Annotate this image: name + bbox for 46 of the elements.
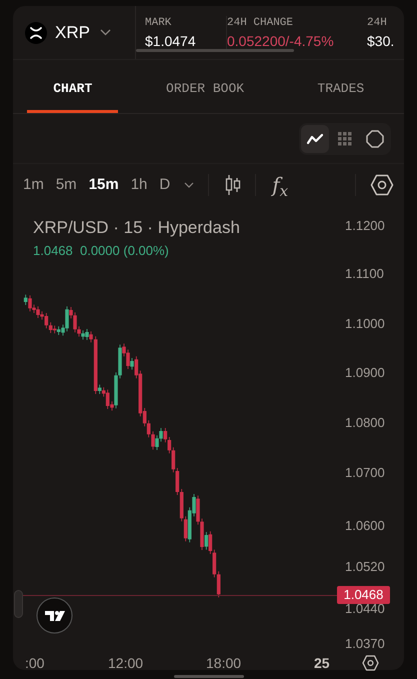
coin-logo-icon xyxy=(25,22,47,44)
stat-label: 24H CHANGE xyxy=(227,16,294,30)
price-axis-label: 1.0800 xyxy=(345,415,385,431)
price-axis-label: 1.1100 xyxy=(345,266,384,282)
interval-button[interactable]: 15m xyxy=(84,174,123,196)
symbol-selector[interactable]: XRP xyxy=(25,20,135,46)
stat-value: 0.052200/-4.75% xyxy=(227,32,335,50)
price-axis-label: 1.1000 xyxy=(345,316,385,332)
stat-value: $30. xyxy=(367,32,396,50)
time-axis-label: :00 xyxy=(25,654,44,672)
settings-icon[interactable] xyxy=(362,655,379,671)
chevron-down-icon[interactable] xyxy=(184,182,194,188)
home-indicator xyxy=(174,675,244,678)
time-axis-label: 12:00 xyxy=(108,654,144,672)
stat-label: MARK xyxy=(145,16,172,30)
price-axis-label: 1.0900 xyxy=(345,365,385,381)
price-axis-label: 1.1200 xyxy=(345,218,385,234)
time-axis-label: 18:00 xyxy=(206,654,242,672)
octagon-icon xyxy=(366,130,384,148)
price-axis-label: 1.0700 xyxy=(345,465,385,481)
price-readout: 1.0468 0.0000 (0.00%) xyxy=(33,242,169,260)
chevron-down-icon xyxy=(100,29,111,36)
chart-style-button[interactable] xyxy=(301,124,329,152)
tab[interactable]: CHART xyxy=(27,67,118,113)
interval-button[interactable]: 5m xyxy=(52,174,81,196)
last-price-badge: 1.0468 xyxy=(337,586,390,604)
time-axis-label: 25 xyxy=(314,654,330,672)
price-axis-label: 1.0600 xyxy=(345,518,385,534)
tab[interactable]: TRADES xyxy=(292,67,390,113)
drag-handle[interactable] xyxy=(14,590,23,618)
chart-title: XRP/USD · 15 · Hyperdash xyxy=(33,217,240,239)
indicators-button[interactable]: f$_{x}$ xyxy=(272,175,288,195)
candlestick-icon[interactable] xyxy=(225,174,242,196)
stat-label: 24H xyxy=(367,16,388,30)
price-axis-label: 1.0370 xyxy=(345,636,385,652)
price-axis-label: 1.0520 xyxy=(345,559,385,575)
interval-button[interactable]: D xyxy=(155,174,174,196)
interval-button[interactable]: 1h xyxy=(126,174,152,196)
settings-icon[interactable] xyxy=(370,174,394,196)
interval-button[interactable]: 1m xyxy=(19,174,48,196)
stat-value: $1.0474 xyxy=(145,32,197,50)
tab[interactable]: ORDER BOOK xyxy=(118,67,292,113)
logo-icon[interactable] xyxy=(36,597,73,634)
grid-icon xyxy=(338,132,352,146)
line-chart-icon xyxy=(307,132,323,144)
price-axis-label: 1.0440 xyxy=(345,601,385,617)
